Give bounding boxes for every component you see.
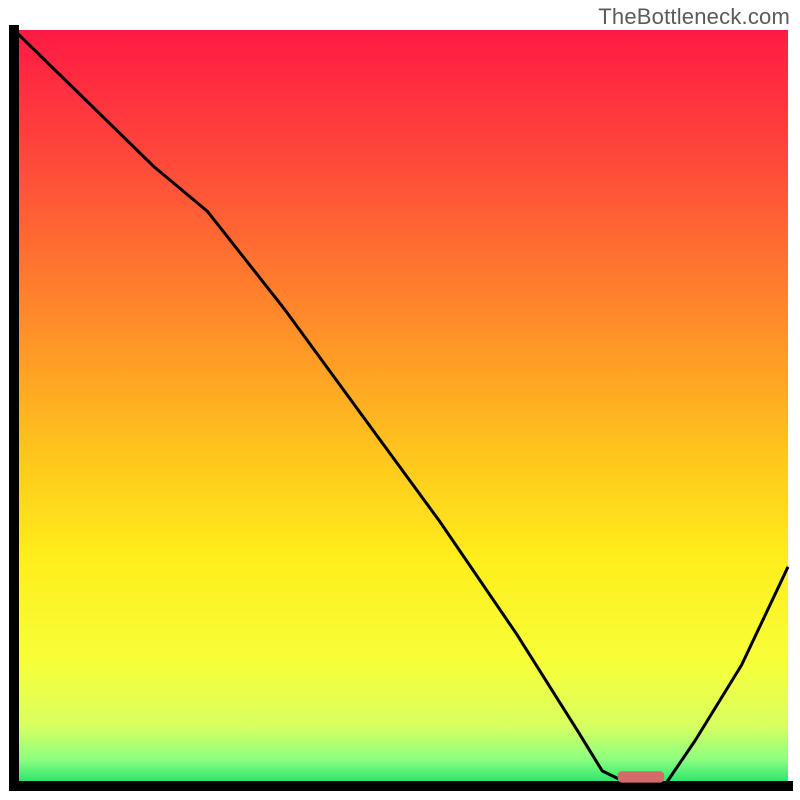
- chart-container: TheBottleneck.com: [0, 0, 800, 800]
- watermark-text: TheBottleneck.com: [598, 4, 790, 30]
- bottleneck-chart: [0, 0, 800, 800]
- optimal-marker: [618, 771, 664, 782]
